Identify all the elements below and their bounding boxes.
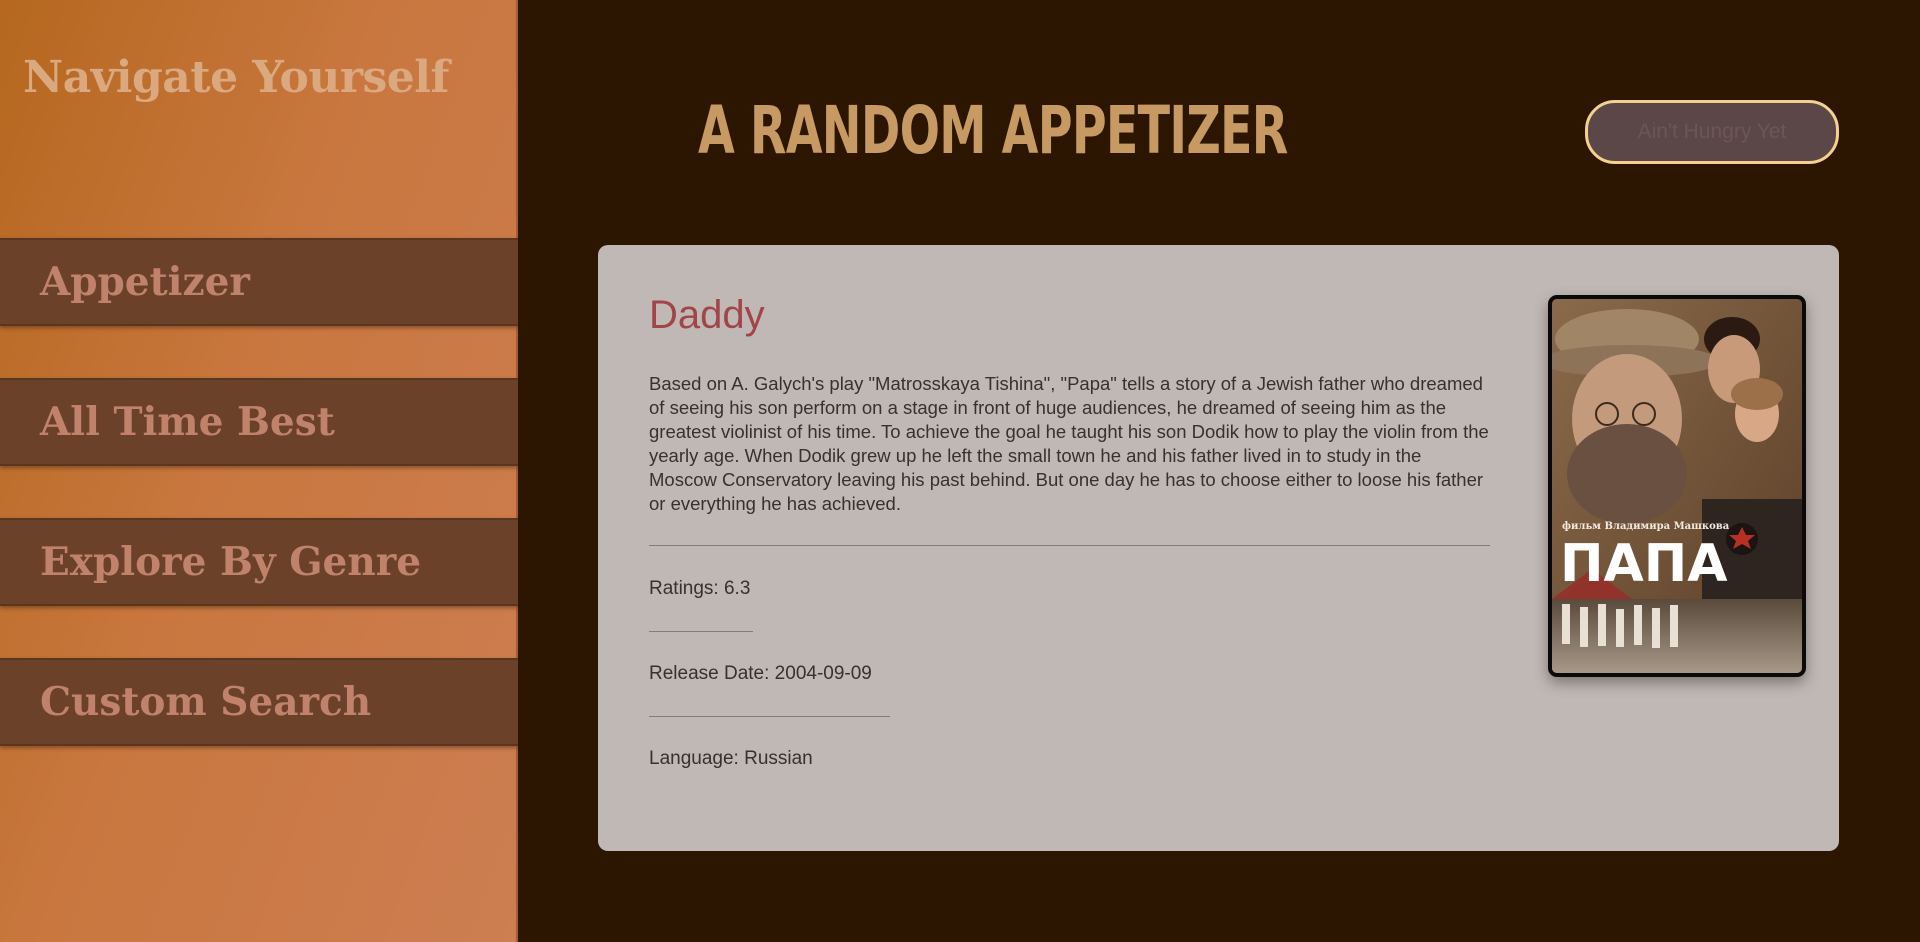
sidebar-item-explore-by-genre[interactable]: Explore By Genre (0, 518, 518, 606)
movie-language: Language: Russian (649, 748, 813, 769)
divider (649, 545, 1490, 546)
sidebar-title: Navigate Yourself (23, 52, 449, 103)
divider (649, 631, 753, 632)
movie-card: Daddy Based on A. Galych's play "Matross… (598, 245, 1839, 851)
movie-description: Based on A. Galych's play "Matrosskaya T… (649, 373, 1489, 514)
app-page: Navigate Yourself Appetizer All Time Bes… (0, 0, 1920, 942)
sidebar-item-label: Custom Search (40, 679, 372, 725)
sidebar-item-label: All Time Best (40, 399, 335, 445)
sidebar-item-appetizer[interactable]: Appetizer (0, 238, 518, 326)
aint-hungry-yet-button[interactable]: Ain't Hungry Yet (1585, 100, 1839, 164)
movie-release-date: Release Date: 2004-09-09 (649, 663, 872, 684)
movie-poster: фильм Владимира Машкова ПАПА (1548, 295, 1806, 677)
sidebar-item-custom-search[interactable]: Custom Search (0, 658, 518, 746)
divider (649, 716, 890, 717)
movie-rating: Ratings: 6.3 (649, 578, 751, 599)
sidebar-item-label: Appetizer (40, 259, 250, 305)
movie-title: Daddy (649, 293, 765, 337)
main-content: A RANDOM APPETIZER Ain't Hungry Yet Dadd… (518, 0, 1920, 942)
poster-subtitle: фильм Владимира Машкова (1562, 521, 1730, 532)
page-title: A RANDOM APPETIZER (698, 92, 1288, 169)
movie-poster-image: фильм Владимира Машкова ПАПА (1552, 299, 1802, 673)
sidebar: Navigate Yourself Appetizer All Time Bes… (0, 0, 518, 942)
poster-title: ПАПА (1560, 534, 1728, 594)
sidebar-item-all-time-best[interactable]: All Time Best (0, 378, 518, 466)
sidebar-item-label: Explore By Genre (40, 539, 422, 585)
